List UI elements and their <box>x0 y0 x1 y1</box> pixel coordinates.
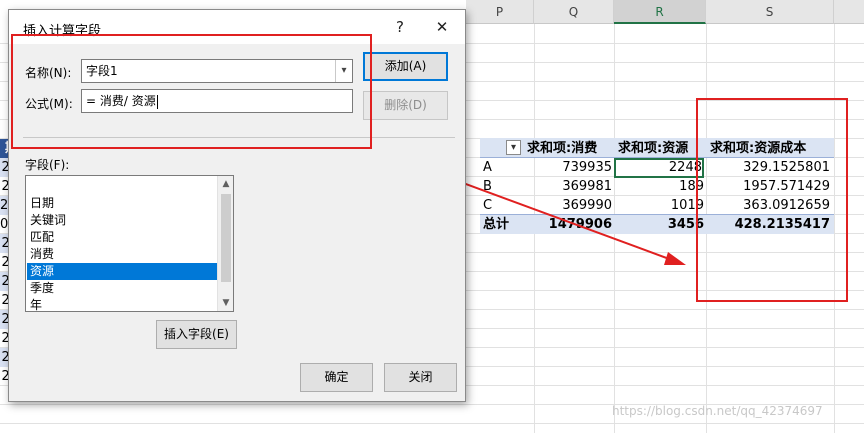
list-item-selected[interactable]: 资源 <box>27 263 217 280</box>
delete-button[interactable]: 删除(D) <box>363 91 448 120</box>
scroll-down-icon[interactable]: ▼ <box>218 295 233 311</box>
list-item[interactable]: 日期 <box>27 195 217 212</box>
list-item[interactable]: 匹配 <box>27 229 217 246</box>
fields-label: 字段(F): <box>25 158 70 172</box>
insert-field-button[interactable]: 插入字段(E) <box>156 320 237 349</box>
help-icon[interactable]: ? <box>389 18 411 36</box>
watermark: https://blog.csdn.net/qq_42374697 <box>612 404 823 418</box>
scroll-up-icon[interactable]: ▲ <box>218 176 233 192</box>
list-scrollbar[interactable]: ▲ ▼ <box>217 176 233 311</box>
scrollbar-thumb[interactable] <box>221 194 231 282</box>
ok-button[interactable]: 确定 <box>300 363 373 392</box>
list-item[interactable]: 季度 <box>27 280 217 297</box>
annotation-box-dialog <box>11 34 372 149</box>
list-item[interactable]: 消费 <box>27 246 217 263</box>
list-item[interactable]: 年 <box>27 297 217 311</box>
list-item[interactable]: 关键词 <box>27 212 217 229</box>
add-button[interactable]: 添加(A) <box>363 52 448 81</box>
close-button[interactable]: 关闭 <box>384 363 457 392</box>
close-icon[interactable]: ✕ <box>431 18 453 36</box>
fields-listbox[interactable]: 日期 关键词 匹配 消费 资源 季度 年 ▲ ▼ <box>25 175 234 312</box>
